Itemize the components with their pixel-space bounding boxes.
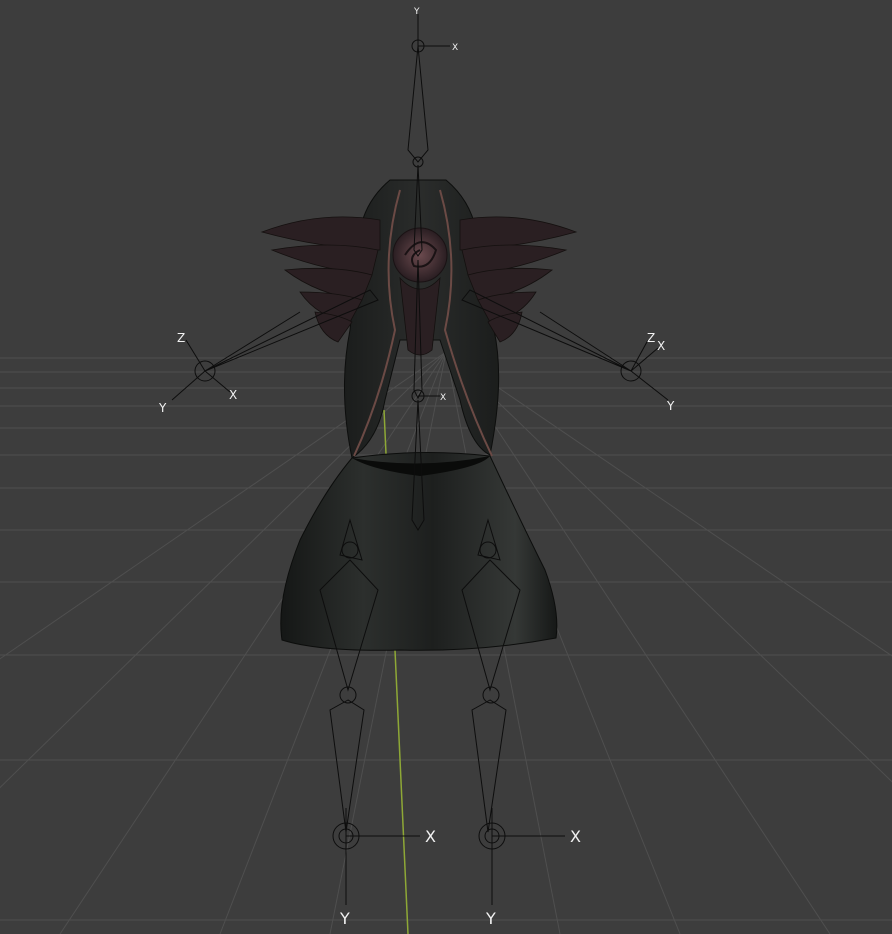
right-foot-x-label: X <box>570 827 581 846</box>
head-x-label: X <box>452 43 458 53</box>
3d-viewport[interactable]: Y X X Z Y X Z X Y X Y X Y <box>0 0 892 934</box>
dress-skirt[interactable] <box>280 451 558 651</box>
right-foot-y-label: Y <box>485 909 496 928</box>
left-foot-y-label: Y <box>339 909 350 928</box>
left-shoulder-y-label: Y <box>158 401 167 415</box>
left-foot-x-label: X <box>425 827 436 846</box>
viewport-canvas[interactable]: Y X X Z Y X Z X Y X Y X Y <box>0 0 892 934</box>
chest-x-label: X <box>440 393 446 403</box>
right-shoulder-y-label: Y <box>666 399 675 413</box>
left-shoulder-x-label: X <box>229 388 237 402</box>
left-shoulder-z-label: Z <box>177 331 185 345</box>
right-shoulder-z-label: Z <box>647 331 655 345</box>
head-y-label: Y <box>413 7 420 17</box>
armature[interactable] <box>204 45 632 833</box>
right-shoulder-x-label: X <box>657 339 665 353</box>
